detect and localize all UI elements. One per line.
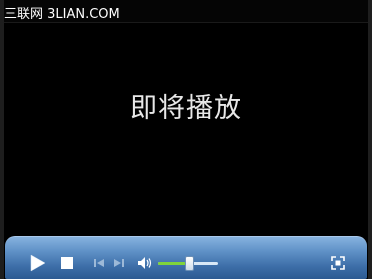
media-player: 三联网 3LIAN.COM 即将播放 xyxy=(0,0,372,279)
next-track-button[interactable] xyxy=(113,257,125,269)
mute-button[interactable] xyxy=(137,255,153,271)
previous-track-button[interactable] xyxy=(93,257,105,269)
stop-button[interactable] xyxy=(60,256,74,270)
next-track-icon xyxy=(114,259,124,267)
video-area[interactable]: 即将播放 xyxy=(6,23,366,236)
volume-slider[interactable] xyxy=(158,256,218,271)
play-icon xyxy=(30,254,46,272)
speaker-icon xyxy=(138,257,152,269)
frame-left-border xyxy=(0,0,4,279)
previous-track-icon xyxy=(94,259,104,267)
site-watermark: 三联网 3LIAN.COM xyxy=(4,7,120,22)
frame-right-border xyxy=(368,0,372,279)
title-strip: 三联网 3LIAN.COM xyxy=(0,0,372,23)
playback-status-text: 即将播放 xyxy=(130,93,242,124)
play-button[interactable] xyxy=(30,254,46,272)
stop-icon xyxy=(61,257,73,269)
volume-thumb[interactable] xyxy=(185,256,194,271)
control-bar xyxy=(5,236,367,279)
volume-level-fill xyxy=(158,262,188,265)
fullscreen-icon xyxy=(331,256,345,270)
fullscreen-button[interactable] xyxy=(331,256,345,270)
